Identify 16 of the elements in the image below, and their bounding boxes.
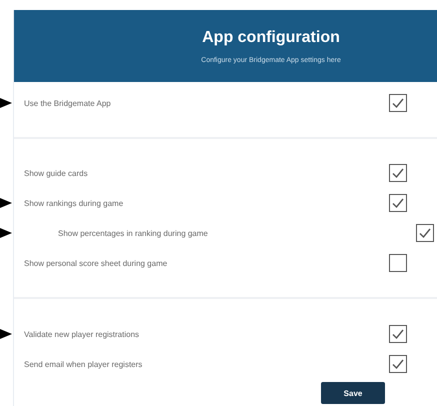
setting-label: Show percentages in ranking during game — [58, 228, 209, 238]
setting-label: Show guide cards — [24, 168, 89, 178]
setting-label: Send email when player registers — [24, 360, 144, 368]
save-button[interactable]: Save — [321, 382, 385, 404]
checkbox[interactable] — [389, 94, 407, 112]
page-title: App configuration — [202, 29, 340, 47]
checkbox[interactable] — [389, 254, 407, 272]
setting-label: Use the Bridgemate App — [24, 98, 112, 108]
checkbox[interactable] — [389, 194, 407, 212]
checkbox[interactable] — [416, 224, 434, 242]
checkbox[interactable] — [389, 355, 407, 373]
setting-label: Show personal score sheet during game — [24, 258, 168, 268]
setting-label: Show rankings during game — [24, 198, 124, 208]
checkbox[interactable] — [389, 325, 407, 343]
setting-label: Validate new player registrations — [24, 330, 140, 338]
checkbox[interactable] — [389, 164, 407, 182]
